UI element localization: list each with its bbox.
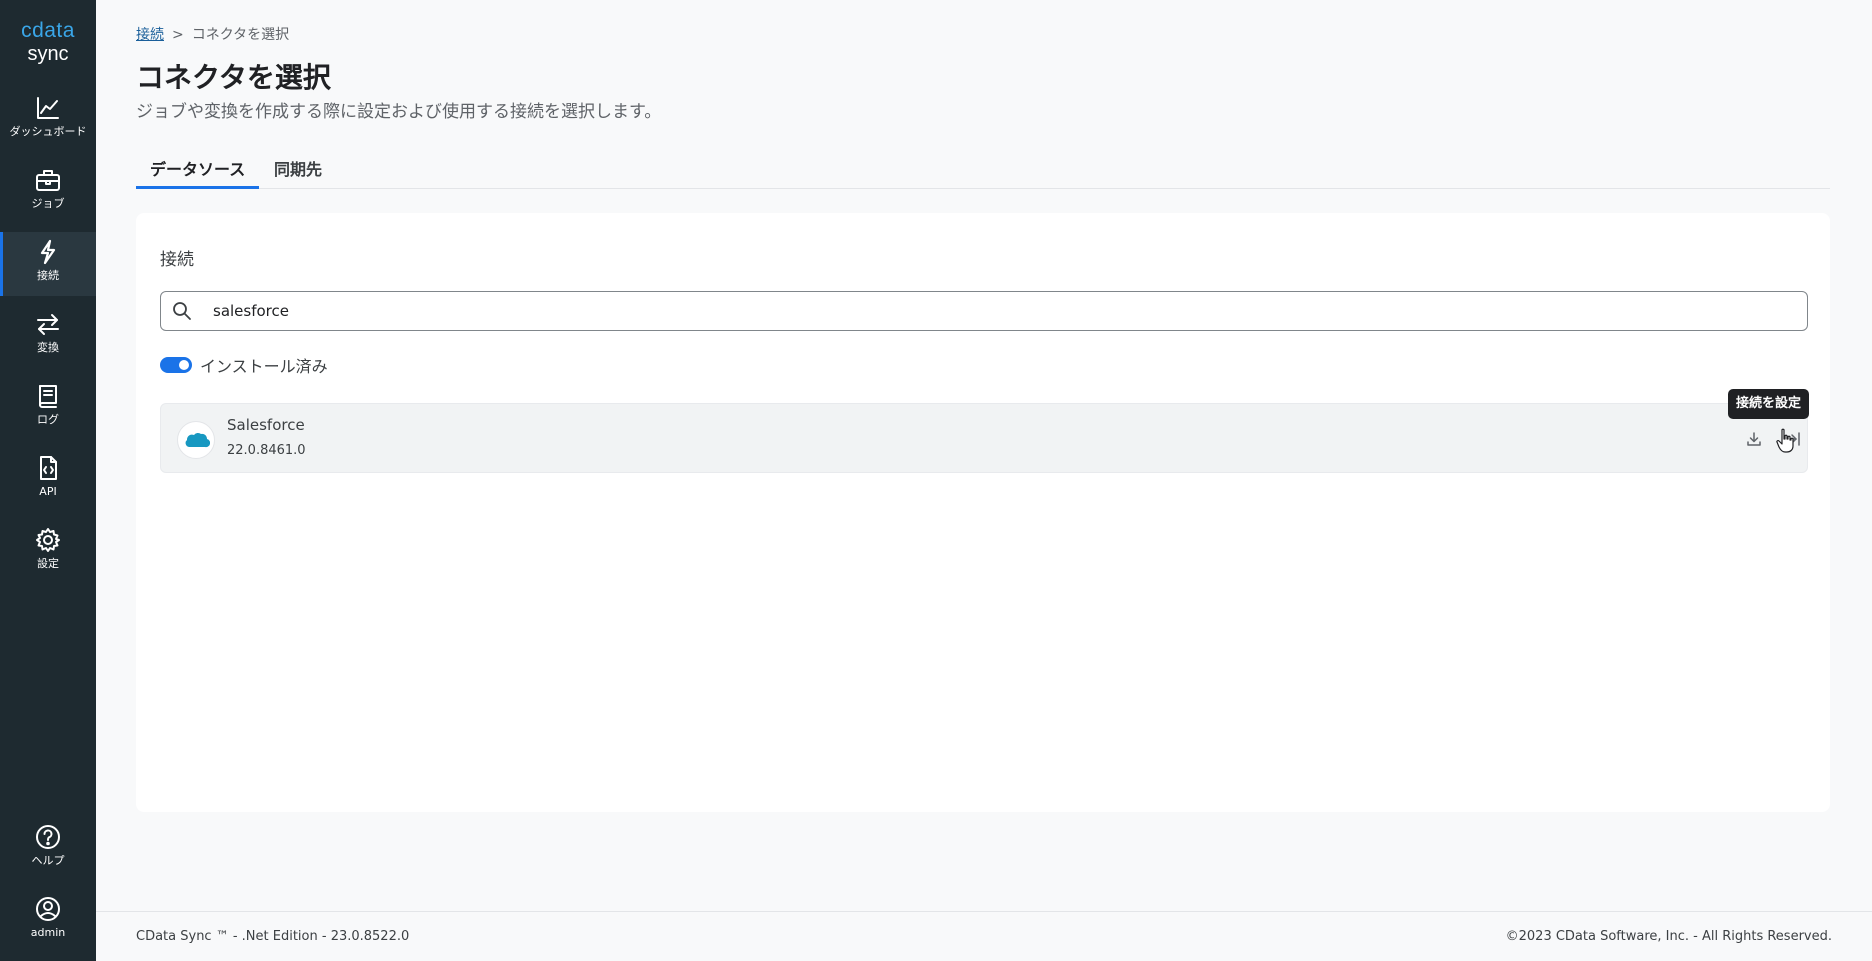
swap-arrows-icon bbox=[37, 314, 59, 335]
sidebar-item-label: 接続 bbox=[37, 269, 59, 282]
page-title: コネクタを選択 bbox=[136, 61, 331, 94]
salesforce-logo bbox=[177, 421, 215, 459]
installed-toggle-label: インストール済み bbox=[200, 357, 328, 376]
sidebar: cdata sync ダッシュボード ジョブ 接続 変換 ログ API 設定 ヘ… bbox=[0, 0, 96, 961]
sidebar-item-label: 変換 bbox=[37, 341, 59, 354]
download-icon[interactable] bbox=[1743, 428, 1765, 450]
hand-cursor-icon bbox=[1776, 428, 1794, 453]
lightning-icon bbox=[40, 239, 56, 265]
help-icon bbox=[36, 825, 60, 849]
breadcrumb-separator: > bbox=[172, 27, 184, 43]
search-icon bbox=[173, 302, 191, 320]
connector-name: Salesforce bbox=[227, 416, 305, 434]
connector-row-salesforce[interactable]: Salesforce 22.0.8461.0 bbox=[160, 403, 1808, 473]
chart-line-icon bbox=[37, 97, 59, 119]
book-icon bbox=[39, 385, 57, 408]
gear-icon bbox=[36, 528, 60, 552]
sidebar-item-label: admin bbox=[30, 926, 66, 939]
sidebar-item-dashboard[interactable]: ダッシュボード bbox=[0, 88, 96, 152]
card-title: 接続 bbox=[160, 250, 194, 270]
breadcrumb-current: コネクタを選択 bbox=[191, 27, 290, 43]
code-file-icon bbox=[40, 456, 57, 480]
logo-text-top: cdata bbox=[21, 19, 75, 42]
sidebar-item-label: API bbox=[39, 485, 57, 498]
tab-data-source[interactable]: データソース bbox=[136, 148, 260, 189]
salesforce-cloud-icon bbox=[185, 433, 210, 448]
logo-text-bottom: sync bbox=[27, 43, 69, 65]
sidebar-item-label: ヘルプ bbox=[31, 854, 65, 867]
sidebar-item-admin[interactable]: admin bbox=[0, 889, 96, 953]
sidebar-item-label: ダッシュボード bbox=[9, 125, 87, 138]
tooltip-configure-connection: 接続を設定 bbox=[1728, 389, 1810, 419]
installed-toggle[interactable] bbox=[160, 357, 192, 373]
footer-version: CData Sync ™ - .Net Edition - 23.0.8522.… bbox=[136, 929, 410, 944]
toggle-knob bbox=[179, 360, 189, 370]
sidebar-item-label: ジョブ bbox=[31, 197, 65, 210]
sidebar-item-transform[interactable]: 変換 bbox=[0, 304, 96, 368]
cdata-sync-logo[interactable]: cdata sync bbox=[0, 18, 96, 64]
footer-copyright: ©2023 CData Software, Inc. - All Rights … bbox=[1505, 929, 1832, 944]
sidebar-item-settings[interactable]: 設定 bbox=[0, 520, 96, 584]
page-subtitle: ジョブや変換を作成する際に設定および使用する接続を選択します。 bbox=[136, 102, 662, 122]
sidebar-item-jobs[interactable]: ジョブ bbox=[0, 160, 96, 224]
tab-bar: データソース 同期先 bbox=[136, 148, 1830, 189]
sidebar-item-label: 設定 bbox=[37, 557, 59, 570]
sidebar-item-help[interactable]: ヘルプ bbox=[0, 817, 96, 881]
user-icon bbox=[36, 897, 60, 921]
sidebar-item-label: ログ bbox=[37, 413, 59, 426]
tab-destination[interactable]: 同期先 bbox=[260, 148, 336, 189]
search-box bbox=[160, 291, 1808, 331]
sidebar-item-connections[interactable]: 接続 bbox=[0, 232, 96, 296]
search-input[interactable] bbox=[211, 298, 1791, 324]
connector-version: 22.0.8461.0 bbox=[227, 443, 306, 458]
connections-card: 接続 インストール済み Salesforce 22.0.8461.0 bbox=[136, 213, 1830, 812]
main-content: 接続 > コネクタを選択 コネクタを選択 ジョブや変換を作成する際に設定および使用す… bbox=[96, 0, 1872, 910]
briefcase-icon bbox=[36, 170, 60, 191]
sidebar-item-api[interactable]: API bbox=[0, 448, 96, 512]
sidebar-item-logs[interactable]: ログ bbox=[0, 376, 96, 440]
breadcrumb: 接続 > コネクタを選択 bbox=[136, 24, 289, 44]
breadcrumb-link-connections[interactable]: 接続 bbox=[136, 27, 164, 43]
footer: CData Sync ™ - .Net Edition - 23.0.8522.… bbox=[96, 911, 1872, 961]
